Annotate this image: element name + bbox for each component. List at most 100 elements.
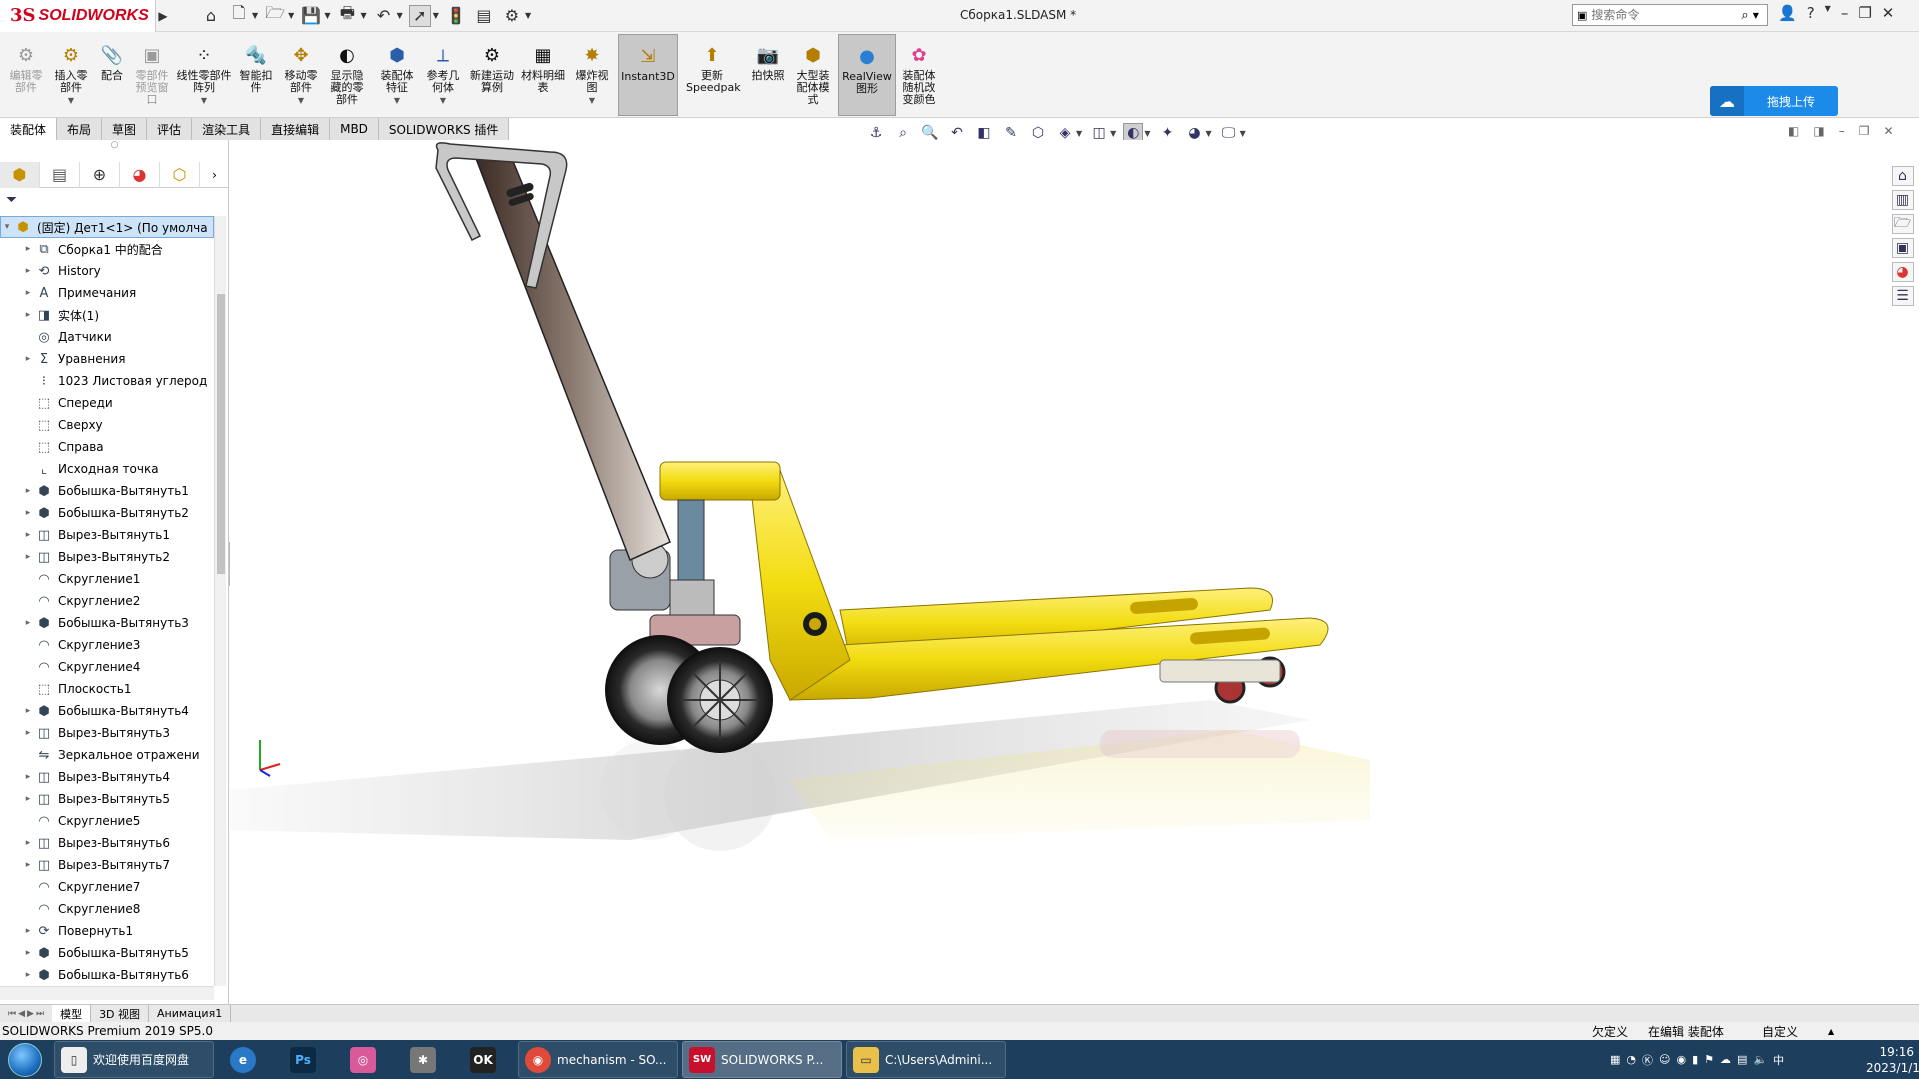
chevron-down-icon[interactable]: ▼: [440, 95, 446, 107]
wechat-icon[interactable]: ◔: [1626, 1053, 1636, 1066]
tab-3d-views[interactable]: 3D 视图: [91, 1004, 150, 1023]
expand-arrow-icon[interactable]: ▸: [22, 728, 34, 738]
tree-item[interactable]: ⁝ 1023 Листовая углерод: [0, 370, 214, 392]
next-tab-icon[interactable]: ▶: [27, 1009, 34, 1019]
tab-animation[interactable]: Анимация1: [149, 1004, 232, 1023]
expand-arrow-icon[interactable]: ▸: [22, 508, 34, 518]
viewport-minimize-icon[interactable]: –: [1839, 124, 1845, 138]
realview-graphics-button[interactable]: ● RealView图形: [838, 34, 896, 116]
taskbar-pinned-app[interactable]: ◎: [338, 1041, 394, 1078]
search-commands-box[interactable]: ▣ ⌕ ▼: [1572, 4, 1768, 26]
taskbar-pinned-tool[interactable]: ✱: [398, 1041, 454, 1078]
solidworks-resources-home-icon[interactable]: ⌂: [1891, 166, 1914, 186]
tree-item[interactable]: ◠ Скругление5: [0, 810, 214, 832]
tree-item[interactable]: ▸ ◫ Вырез-Вытянуть6: [0, 832, 214, 854]
chevron-down-icon[interactable]: ▼: [1240, 129, 1246, 138]
chevron-down-icon[interactable]: ▼: [68, 95, 74, 107]
expand-arrow-icon[interactable]: ▸: [22, 706, 34, 716]
chevron-down-icon[interactable]: ▼: [433, 11, 439, 20]
chevron-down-icon[interactable]: ▼: [298, 95, 304, 107]
expand-arrow-icon[interactable]: ▸: [22, 486, 34, 496]
expand-arrow-icon[interactable]: ▸: [22, 970, 34, 980]
taskbar-pinned-ie[interactable]: e: [218, 1041, 274, 1078]
menu-expand-arrow[interactable]: ▶: [156, 0, 170, 32]
chevron-down-icon[interactable]: ▼: [360, 11, 366, 20]
tab-render-tools[interactable]: 渲染工具: [192, 118, 262, 140]
random-color-button[interactable]: ✿ 装配体随机改变颜色: [898, 34, 940, 116]
taskbar-pinned-ok[interactable]: OK: [458, 1041, 514, 1078]
expand-arrow-icon[interactable]: ▸: [22, 530, 34, 540]
tree-item[interactable]: ⬚ Плоскость1: [0, 678, 214, 700]
solidworks-logo[interactable]: 3S SOLIDWORKS: [0, 0, 156, 32]
show-hidden-components-button[interactable]: ◐ 显示隐藏的零部件: [326, 34, 368, 116]
linear-pattern-button[interactable]: ⁘ 线性零部件阵列 ▼: [176, 34, 232, 116]
expand-arrow-icon[interactable]: ▸: [22, 354, 34, 364]
chevron-down-icon[interactable]: ▼: [1076, 129, 1082, 138]
tree-item[interactable]: ▸ ◫ Вырез-Вытянуть3: [0, 722, 214, 744]
expand-arrow-icon[interactable]: ▸: [22, 948, 34, 958]
chevron-down-icon[interactable]: ▼: [397, 11, 403, 20]
tray-app-icon[interactable]: ▦: [1610, 1053, 1620, 1066]
tree-item[interactable]: ▸ ◫ Вырез-Вытянуть4: [0, 766, 214, 788]
taskbar-item-explorer[interactable]: ▭ C:\Users\Admini...: [846, 1041, 1006, 1078]
tree-item[interactable]: ◠ Скругление4: [0, 656, 214, 678]
network-icon[interactable]: ▤: [1737, 1053, 1747, 1066]
taskbar-pinned-photoshop[interactable]: Ps: [278, 1041, 334, 1078]
tree-item[interactable]: ◠ Скругление3: [0, 634, 214, 656]
expand-arrow-icon[interactable]: ▸: [22, 266, 34, 276]
user-icon[interactable]: 👤: [1778, 4, 1797, 22]
view-palette-icon[interactable]: ▣: [1891, 238, 1914, 258]
tree-item[interactable]: ▸ Σ Уравнения: [0, 348, 214, 370]
tab-solidworks-addins[interactable]: SOLIDWORKS 插件: [378, 118, 510, 140]
volume-icon[interactable]: 🔈: [1753, 1053, 1767, 1066]
tray-circle-icon[interactable]: ◉: [1676, 1053, 1686, 1066]
chevron-up-icon[interactable]: ▲: [1828, 1027, 1834, 1036]
tree-item[interactable]: ◠ Скругление2: [0, 590, 214, 612]
chevron-down-icon[interactable]: ▼: [394, 95, 400, 107]
displaymanager-tab-icon[interactable]: ◕: [120, 161, 160, 188]
tree-item[interactable]: ▸ ⧉ Сборка1 中的配合: [0, 238, 214, 260]
scrollbar-thumb[interactable]: [217, 294, 225, 574]
configurationmanager-tab-icon[interactable]: ⊕: [80, 161, 120, 188]
help-icon[interactable]: ?: [1807, 4, 1815, 22]
units-custom[interactable]: 自定义: [1762, 1023, 1798, 1040]
expand-arrow-icon[interactable]: ▸: [22, 244, 34, 254]
chevron-down-icon[interactable]: ▼: [252, 11, 258, 20]
component-preview-button[interactable]: ▣ 零部件预览窗口: [132, 34, 172, 116]
tree-item[interactable]: ◎ Датчики: [0, 326, 214, 348]
tree-item[interactable]: ◠ Скругление7: [0, 876, 214, 898]
chevron-down-icon[interactable]: ▼: [525, 11, 531, 20]
viewport-nav-forward-icon[interactable]: ◨: [1813, 124, 1824, 138]
tree-item[interactable]: ⬚ Сверху: [0, 414, 214, 436]
expand-arrow-icon[interactable]: ▸: [22, 618, 34, 628]
expand-arrow-icon[interactable]: ▸: [22, 926, 34, 936]
update-speedpak-button[interactable]: ⬆ 更新Speedpak: [684, 34, 741, 116]
graphics-area[interactable]: [230, 140, 1886, 1004]
close-icon[interactable]: ✕: [1882, 4, 1895, 22]
dimxpert-tab-icon[interactable]: ⬡: [160, 161, 200, 188]
large-assembly-mode-button[interactable]: ⬢ 大型装配体模式: [792, 34, 834, 116]
tree-item[interactable]: ▸ ⬢ Бобышка-Вытянуть1: [0, 480, 214, 502]
search-input[interactable]: [1591, 8, 1742, 22]
chevron-down-icon[interactable]: ▼: [1205, 129, 1211, 138]
chevron-down-icon[interactable]: ▼: [1825, 4, 1831, 22]
expand-arrow-icon[interactable]: ▸: [22, 794, 34, 804]
propertymanager-tab-icon[interactable]: ▤: [40, 161, 80, 188]
tree-item[interactable]: ▸ ◫ Вырез-Вытянуть2: [0, 546, 214, 568]
select-cursor-icon[interactable]: ➚: [408, 4, 431, 27]
tree-item[interactable]: ▸ A Примечания: [0, 282, 214, 304]
tab-mbd[interactable]: MBD: [330, 118, 379, 140]
assembly-features-button[interactable]: ⬢ 装配体特征 ▼: [376, 34, 418, 116]
bill-of-materials-button[interactable]: ▦ 材料明细表: [520, 34, 566, 116]
tree-item[interactable]: ⌞ Исходная точка: [0, 458, 214, 480]
chevron-down-icon[interactable]: ▼: [1144, 129, 1150, 138]
drag-upload-button[interactable]: ☁ 拖拽上传: [1710, 86, 1838, 116]
panel-grip[interactable]: ○: [0, 140, 229, 158]
move-component-button[interactable]: ✥ 移动零部件 ▼: [280, 34, 322, 116]
tray-flag-icon[interactable]: ⚑: [1704, 1053, 1714, 1066]
taskbar-item-solidworks[interactable]: SW SOLIDWORKS P...: [682, 1041, 842, 1078]
edit-component-button[interactable]: ⚙ 编辑零部件: [6, 34, 46, 116]
tree-item[interactable]: ▸ ⬢ Бобышка-Вытянуть5: [0, 942, 214, 964]
prev-tab-icon[interactable]: ◀: [18, 1009, 25, 1019]
tree-item[interactable]: ◠ Скругление1: [0, 568, 214, 590]
